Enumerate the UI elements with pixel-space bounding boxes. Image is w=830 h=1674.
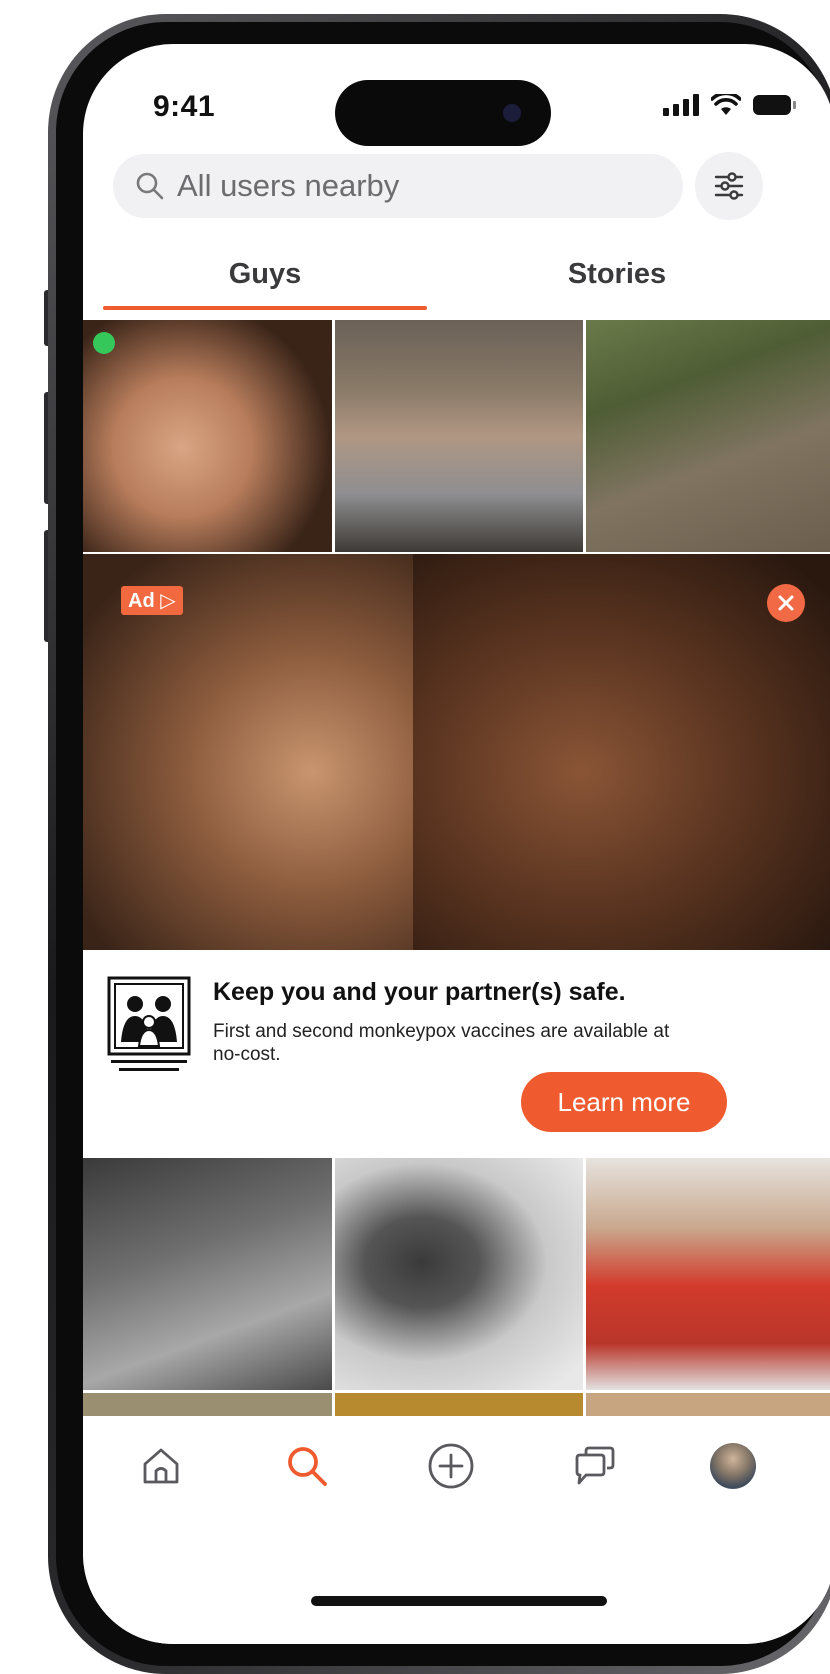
profile-tile[interactable] [83, 1158, 332, 1390]
tab-bar: Guys Stories [83, 244, 830, 310]
nav-create[interactable] [423, 1438, 479, 1494]
ad-image[interactable]: Ad ▷ [83, 554, 830, 950]
active-tab-indicator [103, 306, 427, 310]
nav-home[interactable] [133, 1438, 189, 1494]
ad-close-button[interactable] [767, 584, 805, 622]
bottom-nav [83, 1416, 830, 1644]
phone-frame: 9:41 All users nearby Guys Stories Ad ▷ … [48, 14, 830, 1674]
home-indicator [311, 1596, 607, 1606]
plus-circle-icon [428, 1443, 474, 1489]
ad-badge: Ad ▷ [121, 586, 183, 615]
ad-title: Keep you and your partner(s) safe. [213, 978, 626, 1006]
ad-card: Keep you and your partner(s) safe. First… [83, 950, 830, 1156]
learn-more-button[interactable]: Learn more [521, 1072, 727, 1132]
phone-screen: 9:41 All users nearby Guys Stories Ad ▷ … [83, 44, 830, 1644]
search-icon [136, 172, 164, 200]
filter-button[interactable] [695, 152, 763, 220]
status-time: 9:41 [153, 90, 216, 123]
chat-icon [575, 1446, 615, 1485]
wifi-icon [711, 94, 741, 115]
close-icon [778, 595, 794, 611]
profile-grid-row-3 [83, 1393, 830, 1416]
profile-grid-row-2 [83, 1158, 830, 1390]
ad-badge-label: Ad [128, 590, 155, 612]
search-input[interactable] [175, 167, 619, 205]
profile-tile[interactable] [334, 1393, 584, 1416]
battery-icon [753, 95, 796, 115]
profile-tile[interactable] [586, 1393, 830, 1416]
profile-tile[interactable] [586, 1158, 830, 1390]
dynamic-island [335, 80, 551, 146]
front-camera [503, 104, 521, 122]
online-status-dot [93, 332, 115, 354]
profile-grid-row-1 [83, 320, 830, 552]
nav-explore[interactable] [279, 1438, 335, 1494]
profile-tile[interactable] [586, 320, 830, 552]
ad-body: First and second monkeypox vaccines are … [213, 1021, 670, 1065]
profile-tile[interactable] [83, 320, 332, 552]
filter-sliders-icon [714, 172, 744, 200]
tab-stories[interactable]: Stories [455, 244, 779, 304]
avatar [710, 1443, 756, 1489]
nav-profile[interactable] [705, 1438, 761, 1494]
advertiser-logo [107, 976, 191, 1071]
tab-guys[interactable]: Guys [103, 244, 427, 304]
nav-messages[interactable] [567, 1438, 623, 1494]
profile-tile[interactable] [83, 1393, 332, 1416]
status-indicators [663, 94, 796, 116]
profile-tile[interactable] [334, 1158, 584, 1390]
adchoices-icon[interactable]: ▷ [160, 590, 175, 612]
search-bar[interactable] [113, 154, 683, 218]
cellular-signal-icon [663, 94, 699, 116]
profile-tile[interactable] [334, 320, 584, 552]
home-icon [143, 1448, 179, 1484]
search-icon [288, 1447, 327, 1486]
